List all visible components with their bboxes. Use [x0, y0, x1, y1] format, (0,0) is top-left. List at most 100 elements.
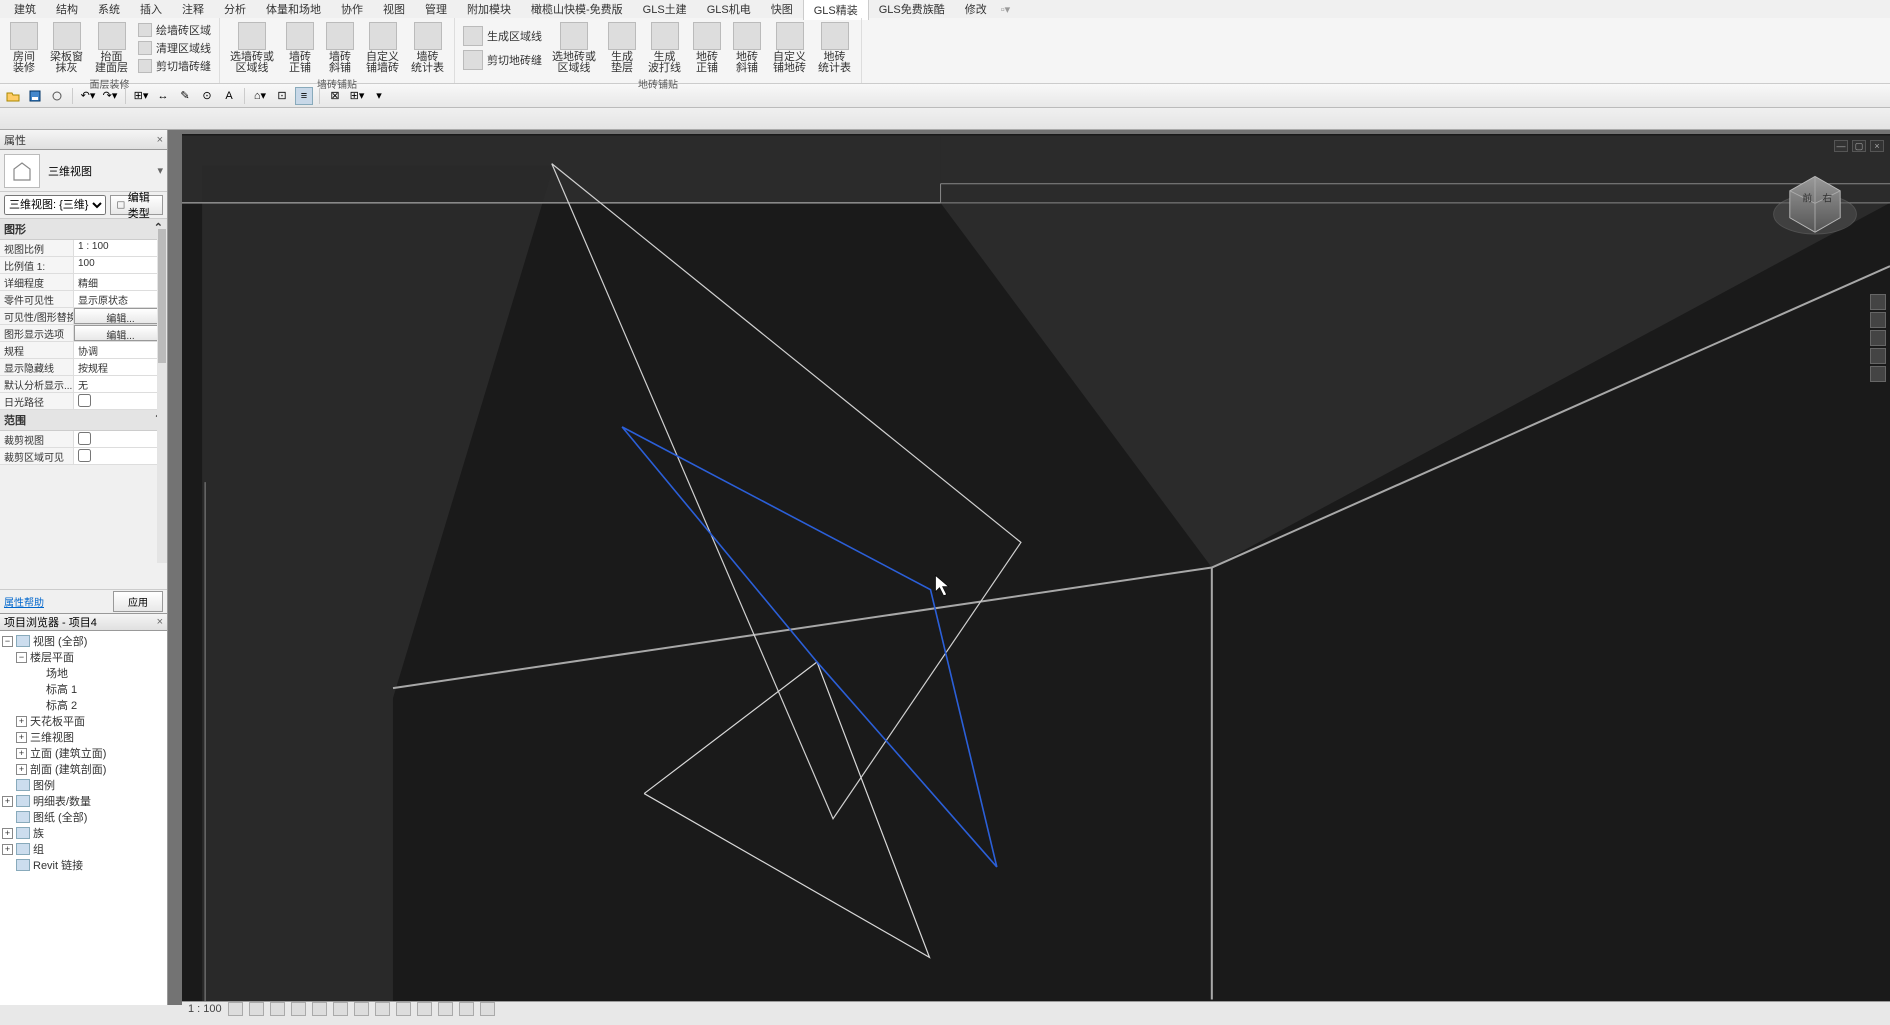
property-row[interactable]: 规程协调 — [0, 342, 167, 359]
property-value[interactable] — [74, 431, 167, 447]
menu-analyze[interactable]: 分析 — [214, 0, 256, 19]
menu-gls-family[interactable]: GLS免费族酷 — [869, 0, 955, 19]
property-row[interactable]: 零件可见性显示原状态 — [0, 291, 167, 308]
ritem-clear-area-lines[interactable]: 清理区域线 — [134, 39, 215, 57]
tree-node[interactable]: −楼层平面 — [0, 649, 167, 665]
rbtn-beam-plaster[interactable]: 梁板窗抹灰 — [44, 20, 89, 76]
rbtn-wall-straight[interactable]: 墙砖正铺 — [280, 20, 320, 76]
close-icon[interactable]: × — [1870, 140, 1884, 152]
vs-style-icon[interactable] — [249, 1002, 264, 1016]
edit-type-button[interactable]: 编辑类型 — [110, 195, 163, 215]
menu-gls-build[interactable]: GLS土建 — [633, 0, 697, 19]
tree-node[interactable]: +族 — [0, 825, 167, 841]
ritem-gen-area-line[interactable]: 生成区域线 — [459, 24, 546, 48]
property-value[interactable]: 无 — [74, 376, 167, 392]
menu-view[interactable]: 视图 — [373, 0, 415, 19]
scrollbar[interactable] — [157, 229, 167, 563]
qat-tag[interactable]: ⊙ — [198, 87, 216, 105]
qat-switch[interactable]: ⊞▾ — [348, 87, 366, 105]
checkbox[interactable] — [78, 394, 91, 407]
property-value[interactable]: 1 : 100 — [74, 240, 167, 256]
expand-icon[interactable]: + — [2, 828, 13, 839]
qat-save[interactable] — [26, 87, 44, 105]
tree-node[interactable]: +组 — [0, 841, 167, 857]
prop-category[interactable]: 图形⌃ — [0, 219, 167, 240]
property-row[interactable]: 详细程度精细 — [0, 274, 167, 291]
property-value[interactable] — [74, 448, 167, 464]
tree-node[interactable]: +立面 (建筑立面) — [0, 745, 167, 761]
property-value[interactable] — [74, 393, 167, 409]
property-row[interactable]: 默认分析显示...无 — [0, 376, 167, 393]
tree-node[interactable]: 场地 — [0, 665, 167, 681]
qat-redo[interactable]: ↷▾ — [101, 87, 119, 105]
expand-icon[interactable]: + — [16, 764, 27, 775]
property-value[interactable]: 显示原状态 — [74, 291, 167, 307]
vs-highlight-icon[interactable] — [480, 1002, 495, 1016]
max-icon[interactable]: ▢ — [1852, 140, 1866, 152]
vs-temp-icon[interactable] — [396, 1002, 411, 1016]
tree-node[interactable]: 标高 1 — [0, 681, 167, 697]
nav-home-icon[interactable] — [1870, 294, 1886, 310]
tree-node[interactable]: +天花板平面 — [0, 713, 167, 729]
qat-dim[interactable]: ✎ — [176, 87, 194, 105]
expand-icon[interactable]: + — [2, 844, 13, 855]
menu-gls-finish[interactable]: GLS精装 — [803, 0, 869, 20]
tree-node[interactable]: 图例 — [0, 777, 167, 793]
property-row[interactable]: 显示隐藏线按规程 — [0, 359, 167, 376]
menu-arch[interactable]: 建筑 — [4, 0, 46, 19]
menu-insert[interactable]: 插入 — [130, 0, 172, 19]
checkbox[interactable] — [78, 432, 91, 445]
menu-olive[interactable]: 橄榄山快模-免费版 — [521, 0, 633, 19]
close-icon[interactable]: × — [157, 616, 163, 628]
rbtn-gen-cushion[interactable]: 生成垫层 — [602, 20, 642, 76]
vs-crop-icon[interactable] — [333, 1002, 348, 1016]
apply-button[interactable]: 应用 — [113, 591, 163, 612]
property-row[interactable]: 比例值 1:100 — [0, 257, 167, 274]
tree-node[interactable]: +三维视图 — [0, 729, 167, 745]
tree-node[interactable]: +剖面 (建筑剖面) — [0, 761, 167, 777]
expand-icon[interactable]: + — [2, 796, 13, 807]
expand-icon[interactable]: + — [16, 748, 27, 759]
ritem-draw-wall-tile-area[interactable]: 绘墙砖区域 — [134, 21, 215, 39]
property-row[interactable]: 裁剪区域可见 — [0, 448, 167, 465]
property-row[interactable]: 视图比例1 : 100 — [0, 240, 167, 257]
view-cube[interactable]: 前 右 — [1770, 162, 1860, 252]
checkbox[interactable] — [78, 449, 91, 462]
menu-annotate[interactable]: 注释 — [172, 0, 214, 19]
menu-quickdraw[interactable]: 快图 — [761, 0, 803, 19]
3d-viewport[interactable]: — ▢ × — [182, 134, 1890, 1001]
menu-collab[interactable]: 协作 — [331, 0, 373, 19]
property-row[interactable]: 裁剪视图 — [0, 431, 167, 448]
rbtn-select-wall-tile[interactable]: 选墙砖或区域线 — [224, 20, 280, 76]
tree-node[interactable]: −视图 (全部) — [0, 633, 167, 649]
rbtn-wall-custom[interactable]: 自定义铺墙砖 — [360, 20, 405, 76]
rbtn-floor-stats[interactable]: 地砖统计表 — [812, 20, 857, 76]
qat-sync[interactable] — [48, 87, 66, 105]
type-selector[interactable]: 三维视图▾ — [0, 150, 167, 192]
qat-more[interactable]: ▾ — [370, 87, 388, 105]
vs-sun-icon[interactable] — [270, 1002, 285, 1016]
menu-struct[interactable]: 结构 — [46, 0, 88, 19]
expand-icon[interactable]: − — [16, 652, 27, 663]
vs-constraint-icon[interactable] — [438, 1002, 453, 1016]
nav-orbit-icon[interactable] — [1870, 348, 1886, 364]
menu-manage[interactable]: 管理 — [415, 0, 457, 19]
expand-icon[interactable]: + — [16, 716, 27, 727]
expand-icon[interactable]: + — [16, 732, 27, 743]
view-instance-select[interactable]: 三维视图: {三维} — [4, 195, 106, 215]
property-row[interactable]: 图形显示选项编辑... — [0, 325, 167, 342]
vs-reveal-icon[interactable] — [417, 1002, 432, 1016]
rbtn-raise-surface[interactable]: 抬面建面层 — [89, 20, 134, 76]
menu-gls-mep[interactable]: GLS机电 — [697, 0, 761, 19]
qat-3d[interactable]: ⌂▾ — [251, 87, 269, 105]
property-value[interactable]: 编辑... — [74, 325, 167, 341]
qat-section[interactable]: ⊡ — [273, 87, 291, 105]
property-value[interactable]: 按规程 — [74, 359, 167, 375]
tree-node[interactable]: 标高 2 — [0, 697, 167, 713]
vs-detail-icon[interactable] — [228, 1002, 243, 1016]
tree-node[interactable]: +明细表/数量 — [0, 793, 167, 809]
nav-look-icon[interactable] — [1870, 366, 1886, 382]
view-scale[interactable]: 1 : 100 — [188, 1003, 222, 1015]
nav-zoom-icon[interactable] — [1870, 312, 1886, 328]
prop-category[interactable]: 范围⌃ — [0, 410, 167, 431]
